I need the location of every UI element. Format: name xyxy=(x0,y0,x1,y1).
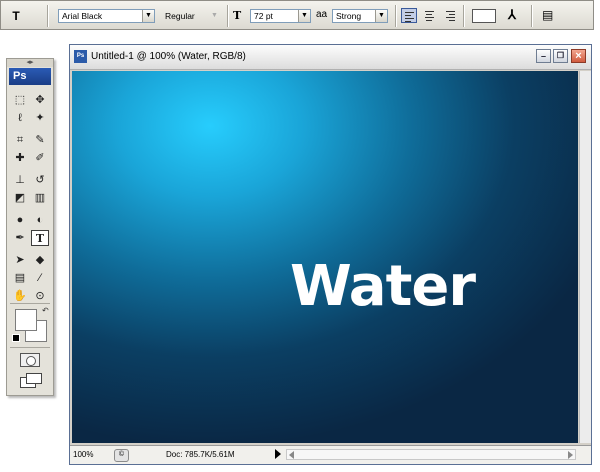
toolbox: ◂▸ Ps ⬚ ✥ ℓ ✦ ⌗ ✎ ✚ ✐ ⊥ ↺ ◩ ▥ ● ◐ ✒ T ➤ ◆ ▤ ∕ ✋ ⊙ ↶ xyxy=(6,58,54,396)
clone-stamp-tool[interactable]: ⊥ xyxy=(11,172,29,188)
magic-wand-tool[interactable]: ✦ xyxy=(31,110,49,126)
move-tool[interactable]: ✥ xyxy=(31,92,49,108)
status-info-icon[interactable]: © xyxy=(114,449,129,462)
slice-tool[interactable]: ✎ xyxy=(31,132,49,148)
font-size-value: 72 pt xyxy=(254,11,273,21)
gradient-tool[interactable]: ▥ xyxy=(31,190,49,206)
status-bar: 100% © Doc: 785.7K/5.61M xyxy=(70,445,591,464)
screen-mode-icon[interactable] xyxy=(20,373,42,388)
maximize-button[interactable] xyxy=(553,49,568,63)
crop-tool[interactable]: ⌗ xyxy=(11,132,29,148)
foreground-color-swatch[interactable] xyxy=(15,309,37,331)
chevron-down-icon: ▼ xyxy=(142,10,154,22)
document-canvas[interactable]: Water xyxy=(72,71,578,443)
toolbox-divider xyxy=(10,303,50,304)
close-button[interactable] xyxy=(571,49,586,63)
font-style-select[interactable]: Regular ▼ xyxy=(161,9,221,23)
chevron-down-icon: ▼ xyxy=(375,10,387,22)
options-separator xyxy=(395,5,397,27)
default-colors-icon[interactable] xyxy=(12,334,20,342)
text-color-swatch[interactable] xyxy=(472,9,496,23)
document-size: Doc: 785.7K/5.61M xyxy=(166,450,235,459)
options-separator xyxy=(47,5,49,27)
eraser-tool[interactable]: ◩ xyxy=(11,190,29,206)
path-selection-tool[interactable]: ➤ xyxy=(11,252,29,268)
document-window: Ps Untitled-1 @ 100% (Water, RGB/8) Wate… xyxy=(69,44,592,465)
font-family-value: Arial Black xyxy=(62,11,103,21)
dodge-tool[interactable]: ◐ xyxy=(31,212,49,228)
options-separator xyxy=(227,5,229,27)
antialias-value: Strong xyxy=(336,11,362,21)
scroll-left-icon[interactable] xyxy=(289,451,294,459)
notes-tool[interactable]: ▤ xyxy=(11,270,29,286)
document-title: Untitled-1 @ 100% (Water, RGB/8) xyxy=(91,51,246,62)
healing-brush-tool[interactable]: ✚ xyxy=(11,150,29,166)
chevron-down-icon: ▼ xyxy=(298,10,310,22)
chevron-down-icon: ▼ xyxy=(211,12,218,19)
blur-tool[interactable]: ● xyxy=(11,212,29,228)
character-paragraph-palettes-icon[interactable]: ▤ xyxy=(542,8,553,22)
swap-colors-icon[interactable]: ↶ xyxy=(42,306,49,315)
options-bar: T Arial Black ▼ Regular ▼ T 72 pt ▼ aa S… xyxy=(0,0,594,30)
hand-tool[interactable]: ✋ xyxy=(11,288,29,304)
eyedropper-tool[interactable]: ∕ xyxy=(31,270,49,286)
marquee-tool[interactable]: ⬚ xyxy=(11,92,29,108)
brush-tool[interactable]: ✐ xyxy=(31,150,49,166)
font-style-value: Regular xyxy=(165,11,195,21)
options-separator xyxy=(463,5,465,27)
font-size-icon: T xyxy=(233,9,242,22)
shape-tool[interactable]: ◆ xyxy=(31,252,49,268)
font-family-select[interactable]: Arial Black ▼ xyxy=(58,9,155,23)
photoshop-document-icon: Ps xyxy=(74,50,87,63)
zoom-tool[interactable]: ⊙ xyxy=(31,288,49,304)
antialias-icon: aa xyxy=(316,9,328,20)
toolbox-grip[interactable]: ◂▸ xyxy=(7,59,53,67)
lasso-tool[interactable]: ℓ xyxy=(11,110,29,126)
history-brush-tool[interactable]: ↺ xyxy=(31,172,49,188)
photoshop-logo[interactable]: Ps xyxy=(9,68,51,85)
antialias-select[interactable]: Strong ▼ xyxy=(332,9,388,23)
status-menu-arrow-icon[interactable] xyxy=(275,449,281,459)
minimize-button[interactable] xyxy=(536,49,551,63)
type-tool[interactable]: T xyxy=(31,230,49,246)
font-size-select[interactable]: 72 pt ▼ xyxy=(250,9,311,23)
scroll-right-icon[interactable] xyxy=(568,451,573,459)
quick-mask-icon[interactable] xyxy=(20,353,40,367)
vertical-scrollbar[interactable] xyxy=(579,71,591,443)
pen-tool[interactable]: ✒ xyxy=(11,230,29,246)
align-left-button[interactable] xyxy=(401,8,417,23)
options-separator xyxy=(531,5,533,27)
zoom-level[interactable]: 100% xyxy=(73,446,111,463)
toolbox-divider xyxy=(10,347,50,348)
canvas-text-layer[interactable]: Water xyxy=(290,259,476,315)
align-right-button[interactable] xyxy=(441,8,457,23)
horizontal-scrollbar[interactable] xyxy=(286,449,576,460)
align-center-button[interactable] xyxy=(421,8,437,23)
document-titlebar[interactable]: Ps Untitled-1 @ 100% (Water, RGB/8) xyxy=(70,45,591,70)
warp-text-icon[interactable]: ⅄ xyxy=(508,7,516,23)
type-tool-options-icon[interactable]: T xyxy=(5,7,27,25)
